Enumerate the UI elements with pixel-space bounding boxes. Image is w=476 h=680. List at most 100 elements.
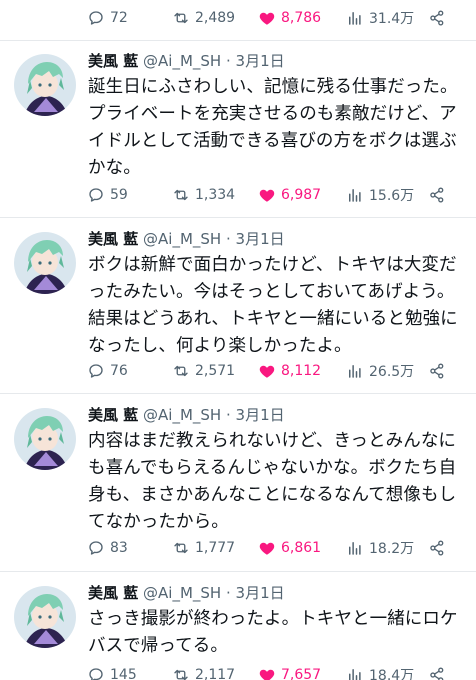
retweet-button[interactable]: 1,334 [172,186,235,204]
separator: · [225,230,231,248]
retweet-icon [174,189,188,201]
heart-icon [259,12,275,25]
tweet-text: 誕生日にふさわしい、記憶に残る仕事だった。プライベートを充実させるのも素敵だけど… [88,77,458,178]
like-button[interactable]: 6,861 [258,539,321,557]
retweet-button[interactable]: 2,117 [172,666,235,680]
reply-button[interactable]: 59 [87,186,128,204]
avatar-illustration [14,232,76,294]
reply-count: 145 [110,667,137,680]
display-name[interactable]: 美風 藍 [88,584,138,602]
share-icon [430,10,444,26]
handle[interactable]: @Ai_M_SH [143,584,221,602]
reply-button[interactable]: 76 [87,362,128,380]
tweet-action-bar: 59 1,334 6,987 15.6万 [0,182,476,208]
share-button[interactable] [428,186,446,204]
tweet-header: 美風 藍 @Ai_M_SH · 3月1日 [88,582,285,604]
share-icon [430,363,444,379]
views-button[interactable]: 18.4万 [346,665,414,680]
avatar-illustration [14,408,76,470]
divider [0,40,476,41]
reply-icon [89,541,103,555]
retweet-button[interactable]: 1,777 [172,539,235,557]
tweet-feed: 72 2,489 8,786 31.4万 美風 藍 @Ai_M_SH · 3月1… [0,0,476,680]
views-icon [349,189,361,202]
reply-count: 59 [110,187,128,203]
retweet-button[interactable]: 2,571 [172,362,235,380]
share-button[interactable] [428,9,446,27]
display-name[interactable]: 美風 藍 [88,230,138,248]
share-icon [430,667,444,680]
retweet-icon [174,542,188,554]
retweet-count: 2,489 [195,10,236,26]
handle[interactable]: @Ai_M_SH [143,230,221,248]
avatar[interactable] [14,232,76,294]
tweet-header: 美風 藍 @Ai_M_SH · 3月1日 [88,228,285,250]
avatar[interactable] [14,586,76,648]
like-count: 8,112 [281,363,322,379]
share-button[interactable] [428,362,446,380]
divider [0,217,476,218]
heart-icon [259,669,275,680]
separator: · [225,406,231,424]
avatar[interactable] [14,54,76,116]
views-button[interactable]: 26.5万 [346,361,414,381]
like-count: 6,987 [281,187,322,203]
views-button[interactable]: 31.4万 [346,8,414,28]
like-count: 7,657 [281,667,322,680]
reply-icon [89,188,103,202]
share-button[interactable] [428,539,446,557]
views-button[interactable]: 15.6万 [346,185,414,205]
reply-button[interactable]: 145 [87,666,137,680]
views-count: 18.2万 [369,541,415,557]
reply-button[interactable]: 72 [87,9,128,27]
avatar[interactable] [14,408,76,470]
reply-button[interactable]: 83 [87,539,128,557]
like-button[interactable]: 7,657 [258,666,321,680]
views-count: 26.5万 [369,364,415,380]
views-icon [349,365,361,378]
like-button[interactable]: 6,987 [258,186,321,204]
reply-icon [89,668,103,680]
retweet-icon [174,12,188,24]
like-count: 6,861 [281,540,322,556]
tweet-date[interactable]: 3月1日 [236,230,285,248]
tweet-date[interactable]: 3月1日 [236,584,285,602]
tweet-action-bar: 76 2,571 8,112 26.5万 [0,358,476,384]
tweet-date[interactable]: 3月1日 [236,52,285,70]
reply-count: 72 [110,10,128,26]
views-button[interactable]: 18.2万 [346,538,414,558]
reply-icon [89,11,103,25]
heart-icon [259,542,275,555]
retweet-count: 1,777 [195,540,236,556]
retweet-count: 2,571 [195,363,236,379]
heart-icon [259,189,275,202]
tweet-text: さっき撮影が終わったよ。トキヤと一緒にロケバスで帰ってる。 [88,609,458,656]
display-name[interactable]: 美風 藍 [88,52,138,70]
avatar-illustration [14,54,76,116]
views-count: 15.6万 [369,188,415,204]
tweet-header: 美風 藍 @Ai_M_SH · 3月1日 [88,404,285,426]
retweet-button[interactable]: 2,489 [172,9,235,27]
share-icon [430,187,444,203]
like-button[interactable]: 8,786 [258,9,321,27]
tweet-header: 美風 藍 @Ai_M_SH · 3月1日 [88,50,285,72]
views-count: 31.4万 [369,11,415,27]
reply-icon [89,364,103,378]
views-icon [349,542,361,555]
handle[interactable]: @Ai_M_SH [143,52,221,70]
separator: · [225,52,231,70]
tweet-date[interactable]: 3月1日 [236,406,285,424]
like-button[interactable]: 8,112 [258,362,321,380]
retweet-icon [174,669,188,680]
reply-count: 83 [110,540,128,556]
like-count: 8,786 [281,10,322,26]
tweet-action-bar: 83 1,777 6,861 18.2万 [0,535,476,561]
retweet-count: 1,334 [195,187,236,203]
avatar-illustration [14,586,76,648]
share-button[interactable] [428,666,446,680]
separator: · [225,584,231,602]
display-name[interactable]: 美風 藍 [88,406,138,424]
divider [0,571,476,572]
handle[interactable]: @Ai_M_SH [143,406,221,424]
heart-icon [259,365,275,378]
